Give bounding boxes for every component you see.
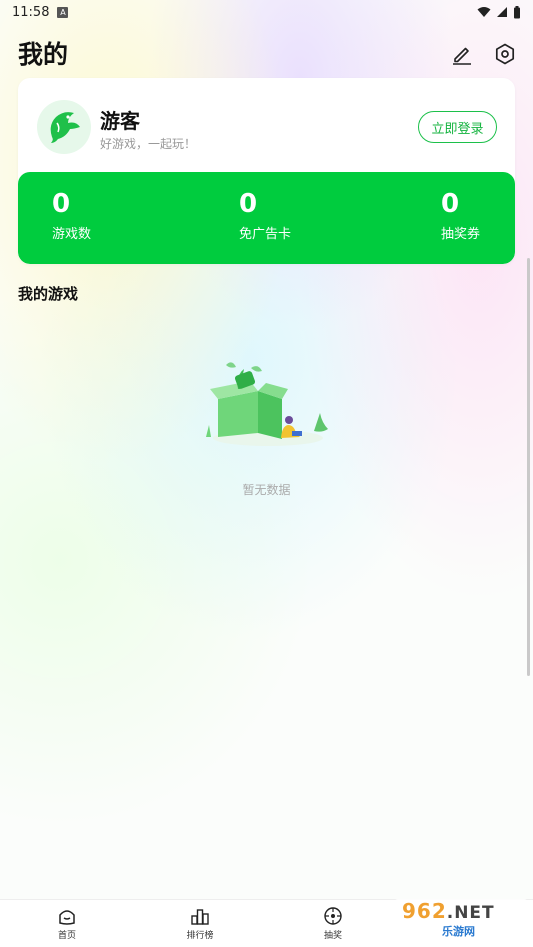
- nav-label-ranking: 排行榜: [186, 931, 214, 941]
- scrollbar[interactable]: [527, 258, 530, 676]
- signal-icon: [497, 7, 507, 17]
- home-icon: [59, 910, 75, 925]
- login-button[interactable]: 立即登录: [418, 111, 497, 143]
- status-icons: [477, 5, 521, 19]
- lottery-icon: [324, 907, 342, 925]
- watermark-sub: 乐游网: [442, 925, 475, 938]
- stat-games-label: 游戏数: [52, 227, 92, 242]
- stat-lottery-tickets[interactable]: 0 抽奖券: [441, 172, 480, 264]
- stat-ad-free-cards[interactable]: 0 免广告卡: [239, 172, 291, 264]
- watermark-suffix: .NET: [446, 903, 495, 923]
- stats-bar: 0 游戏数 0 免广告卡 0 抽奖券: [18, 172, 515, 264]
- stat-ad-free-label: 免广告卡: [239, 227, 292, 242]
- profile-card: 游客 好游戏，一起玩！ 立即登录 0 游戏数 0 免广告卡 0 抽奖券: [18, 78, 515, 264]
- section-title-my-games: 我的游戏: [18, 285, 79, 303]
- stat-lottery-label: 抽奖券: [441, 227, 481, 242]
- user-name: 游客: [100, 109, 140, 133]
- stat-lottery-value: 0: [441, 189, 460, 219]
- stat-games-value: 0: [52, 189, 71, 219]
- nav-item-ranking[interactable]: 排行榜: [170, 906, 230, 941]
- watermark-main: 962.NET: [402, 901, 528, 923]
- wifi-icon: [477, 7, 491, 17]
- page-title: 我的: [18, 40, 69, 69]
- battery-icon: [514, 5, 520, 18]
- status-time: 11:58: [12, 4, 50, 20]
- stat-games[interactable]: 0 游戏数: [52, 172, 91, 264]
- status-bar: 11:58 A: [0, 0, 533, 24]
- watermark-logo: 962.NET 乐游网: [394, 899, 528, 941]
- nav-item-lottery[interactable]: 抽奖: [303, 906, 363, 941]
- nav-item-home[interactable]: 首页: [37, 906, 97, 941]
- user-subtitle: 好游戏，一起玩！: [100, 137, 197, 151]
- settings-icon[interactable]: [493, 42, 517, 66]
- watermark-number: 962: [402, 899, 447, 923]
- nav-label-home: 首页: [57, 931, 76, 941]
- stat-ad-free-value: 0: [239, 189, 258, 219]
- avatar[interactable]: [37, 100, 91, 154]
- nav-label-lottery: 抽奖: [323, 931, 342, 941]
- edit-icon[interactable]: [450, 42, 474, 66]
- ranking-icon: [191, 909, 209, 925]
- fish-logo-icon: [50, 112, 80, 143]
- notification-badge-icon: A: [57, 6, 69, 18]
- empty-box-illustration: [206, 362, 328, 446]
- empty-state-text: 暂无数据: [242, 483, 291, 497]
